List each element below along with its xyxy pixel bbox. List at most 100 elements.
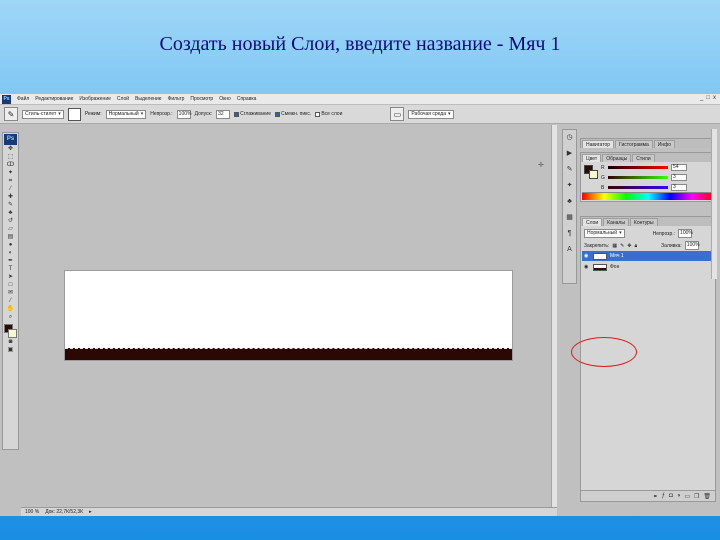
marquee-tool-icon[interactable]: ⬚ [4, 154, 17, 161]
shape-tool-icon[interactable]: □ [4, 282, 17, 289]
adjustment-layer-icon[interactable]: ◑ [677, 493, 681, 499]
layer-style-icon[interactable]: ƒ [662, 493, 665, 499]
document-canvas[interactable] [64, 270, 513, 361]
pen-tool-icon[interactable]: ✒ [4, 258, 17, 265]
close-button[interactable]: x [713, 95, 716, 101]
new-group-icon[interactable]: ▭ [684, 493, 690, 500]
panels-scrollbar[interactable] [711, 129, 717, 279]
link-layers-icon[interactable]: ⚭ [653, 493, 658, 500]
tab-styles[interactable]: Стили [632, 154, 655, 162]
blue-value[interactable]: 3 [671, 184, 687, 191]
layers-tabs: Слои Каналы Контуры [581, 217, 715, 226]
menu-item-image[interactable]: Изображение [79, 96, 111, 102]
contiguous-checkbox[interactable]: Смежн. пикс. [275, 111, 311, 117]
color-panel-swatches[interactable] [584, 165, 598, 179]
hand-tool-icon[interactable]: ✋ [4, 306, 17, 313]
layer-row-ball1[interactable]: ◉ Мяч 1 [582, 251, 715, 261]
lock-all-icon[interactable]: 🔒︎ [634, 243, 637, 249]
menu-item-layer[interactable]: Слой [117, 96, 129, 102]
zoom-tool-icon[interactable]: ⌕ [4, 314, 17, 321]
crop-tool-icon[interactable]: ⌗ [4, 178, 17, 185]
lock-position-icon[interactable]: ✥ [627, 243, 631, 249]
layer-comps-icon[interactable]: ▦ [565, 213, 575, 223]
tab-paths[interactable]: Контуры [629, 218, 658, 226]
eraser-tool-icon[interactable]: ▱ [4, 226, 17, 233]
layers-footer: ⚭ ƒ ◘ ◑ ▭ ❐ 🗑︎ [581, 490, 715, 501]
green-value[interactable]: 3 [671, 174, 687, 181]
green-slider[interactable]: G3 [601, 174, 687, 181]
brush-tool-icon[interactable]: ✎ [4, 202, 17, 209]
status-arrow-icon[interactable]: ▸ [89, 509, 92, 515]
fill-field[interactable]: 100% [684, 241, 700, 250]
menu-item-window[interactable]: Окно [219, 96, 231, 102]
red-value[interactable]: 54 [671, 164, 687, 171]
character-panel-icon[interactable]: A [565, 245, 575, 255]
visibility-eye-icon[interactable]: ◉ [584, 264, 590, 270]
tab-channels[interactable]: Каналы [603, 218, 629, 226]
move-tool-icon[interactable]: ✥ [4, 146, 17, 153]
background-swatch[interactable] [589, 170, 598, 179]
menu-item-edit[interactable]: Редактирование [35, 96, 73, 102]
lock-image-icon[interactable]: ✎ [620, 243, 624, 249]
history-brush-tool-icon[interactable]: ↺ [4, 218, 17, 225]
tab-color[interactable]: Цвет [582, 154, 602, 162]
type-tool-icon[interactable]: T [4, 266, 17, 273]
background-color-swatch[interactable] [8, 329, 17, 338]
delete-layer-icon[interactable]: 🗑︎ [703, 493, 711, 500]
lasso-tool-icon[interactable]: ↀ [4, 162, 17, 169]
color-spectrum[interactable] [582, 192, 714, 200]
menu-item-view[interactable]: Просмотр [190, 96, 213, 102]
tab-navigator[interactable]: Навигатор [582, 140, 615, 148]
tab-layers[interactable]: Слои [582, 218, 603, 226]
tool-presets-icon[interactable]: ✎ [565, 165, 575, 175]
layer-row-background[interactable]: ◉ Фон [582, 262, 715, 272]
all-layers-checkbox[interactable]: Все слои [315, 111, 342, 117]
healing-tool-icon[interactable]: ✚ [4, 194, 17, 201]
brush-icon[interactable]: ✎ [4, 107, 18, 121]
menu-item-help[interactable]: Справка [237, 96, 257, 102]
tolerance-field[interactable]: 32 [216, 109, 231, 119]
bridge-icon[interactable]: ▭ [390, 107, 405, 121]
visibility-eye-icon[interactable]: ◉ [584, 253, 590, 259]
eyedropper-tool-icon[interactable]: ⁄ [4, 186, 17, 193]
antialias-checkbox[interactable]: Сглаживание [234, 111, 271, 117]
tab-swatches[interactable]: Образцы [602, 154, 632, 162]
preset-select[interactable]: Стиль-стилет ▾ [22, 109, 64, 119]
actions-panel-icon[interactable]: ▶ [565, 149, 575, 159]
mode-select[interactable]: Нормальный ▾ [105, 109, 147, 119]
menu-item-filter[interactable]: Фильтр [168, 96, 185, 102]
path-select-tool-icon[interactable]: ➤ [4, 274, 17, 281]
magic-wand-tool-icon[interactable]: ✦ [4, 170, 17, 177]
notes-tool-icon[interactable]: ✉ [4, 290, 17, 297]
vertical-scrollbar[interactable] [551, 125, 557, 507]
color-swatches[interactable] [4, 324, 17, 338]
menu-item-file[interactable]: Файл [17, 96, 29, 102]
color-sampler-tool-icon[interactable]: ⁄ [4, 298, 17, 305]
red-slider[interactable]: R 54 [601, 164, 687, 171]
blend-mode-select[interactable]: Нормальный ▾ [584, 229, 625, 238]
paragraph-panel-icon[interactable]: ¶ [565, 229, 575, 239]
layer-opacity-field[interactable]: 100% [678, 229, 693, 238]
menu-item-select[interactable]: Выделение [135, 96, 162, 102]
add-mask-icon[interactable]: ◘ [669, 493, 673, 499]
brushes-panel-icon[interactable]: ✦ [565, 181, 575, 191]
minimize-button[interactable]: _ [700, 95, 703, 101]
clone-source-icon[interactable]: ♣ [565, 197, 575, 207]
clone-stamp-tool-icon[interactable]: ♣ [4, 210, 17, 217]
pattern-swatch[interactable] [67, 107, 81, 121]
zoom-level[interactable]: 100 % [25, 509, 39, 515]
maximize-button[interactable]: □ [706, 95, 710, 101]
lock-transparent-icon[interactable]: ▦ [612, 243, 617, 249]
screen-mode-icon[interactable]: ▣ [4, 347, 17, 354]
blue-slider[interactable]: B3 [601, 184, 687, 191]
quick-mask-icon[interactable]: ◙ [4, 339, 17, 346]
opacity-field[interactable]: 100% [176, 109, 191, 119]
blur-tool-icon[interactable]: ● [4, 242, 17, 249]
dodge-tool-icon[interactable]: ◐ [4, 250, 17, 257]
tab-info[interactable]: Инфо [653, 140, 676, 148]
new-layer-icon[interactable]: ❐ [694, 493, 699, 500]
gradient-tool-icon[interactable]: ▤ [4, 234, 17, 241]
workspace-select[interactable]: Рабочая среда ▾ [408, 109, 454, 119]
history-panel-icon[interactable]: ◷ [565, 133, 575, 143]
tab-histogram[interactable]: Гистограмма [615, 140, 653, 148]
